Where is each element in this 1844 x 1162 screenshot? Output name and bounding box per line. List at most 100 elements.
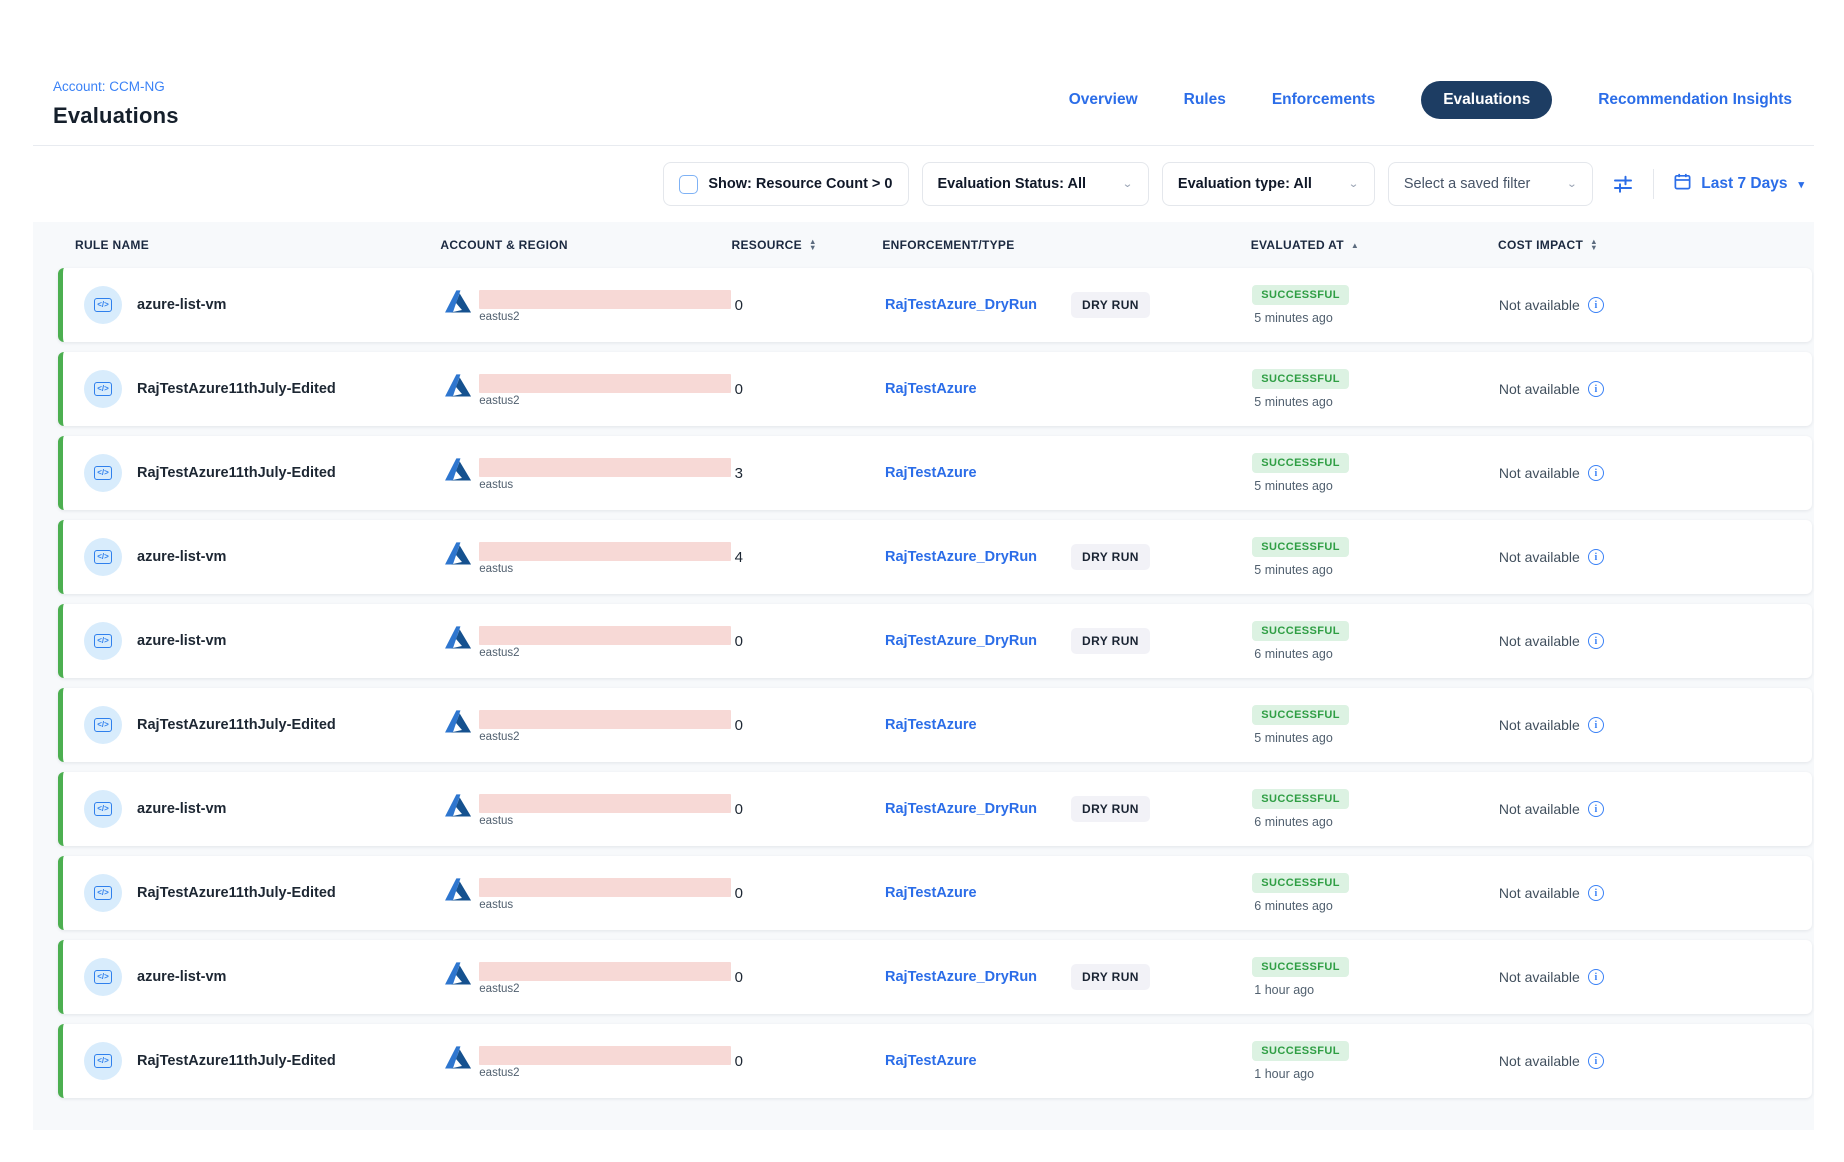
info-icon[interactable]: i — [1588, 885, 1604, 901]
filter-settings-icon[interactable] — [1606, 167, 1640, 201]
enforcement-link[interactable]: RajTestAzure_DryRun — [885, 969, 1037, 985]
region-label: eastus2 — [479, 731, 731, 743]
account-region-cell: eastus2 — [444, 708, 734, 743]
sort-cost-impact-icon[interactable]: ▲▼ — [1590, 239, 1598, 251]
table-row[interactable]: </> RajTestAzure11thJuly-Edited eastus 3… — [58, 436, 1812, 510]
account-breadcrumb[interactable]: Account: CCM-NG — [53, 79, 165, 94]
tab-recommendation-insights[interactable]: Recommendation Insights — [1598, 91, 1792, 109]
account-region-cell: eastus2 — [444, 372, 734, 407]
enforcement-link[interactable]: RajTestAzure_DryRun — [885, 633, 1037, 649]
azure-logo-icon — [444, 288, 472, 316]
azure-logo-icon — [444, 456, 472, 484]
evaluated-time: 6 minutes ago — [1252, 899, 1333, 913]
rule-script-icon: </> — [84, 706, 122, 744]
sort-evaluated-at-asc-icon[interactable]: ▲ — [1351, 241, 1359, 250]
info-icon[interactable]: i — [1588, 465, 1604, 481]
evaluation-status-select[interactable]: Evaluation Status: All ⌄ — [922, 162, 1149, 206]
chevron-down-icon: ⌄ — [1348, 178, 1359, 191]
rule-script-icon: </> — [84, 790, 122, 828]
table-row[interactable]: </> azure-list-vm eastus2 0 RajTestAzure… — [58, 268, 1812, 342]
cost-impact-cell: Not available i — [1499, 969, 1812, 985]
cost-impact-value: Not available — [1499, 969, 1580, 985]
rule-name: azure-list-vm — [137, 297, 226, 313]
region-label: eastus — [479, 899, 731, 911]
account-region-cell: eastus2 — [444, 624, 734, 659]
table-row[interactable]: </> azure-list-vm eastus 4 RajTestAzure_… — [58, 520, 1812, 594]
info-icon[interactable]: i — [1588, 717, 1604, 733]
azure-logo-icon — [444, 540, 472, 568]
sort-resource-icon[interactable]: ▲▼ — [809, 239, 817, 251]
evaluation-type-select[interactable]: Evaluation type: All ⌄ — [1162, 162, 1375, 206]
azure-logo-icon — [444, 792, 472, 820]
info-icon[interactable]: i — [1588, 381, 1604, 397]
region-label: eastus — [479, 815, 731, 827]
saved-filter-select[interactable]: Select a saved filter ⌄ — [1388, 162, 1593, 206]
enforcement-cell: RajTestAzure DRY RUN — [885, 717, 1252, 733]
resource-count-checkbox[interactable] — [679, 175, 698, 194]
info-icon[interactable]: i — [1588, 1053, 1604, 1069]
dry-run-badge: DRY RUN — [1071, 964, 1150, 990]
resource-count: 0 — [735, 297, 885, 314]
rule-script-icon: </> — [84, 538, 122, 576]
info-icon[interactable]: i — [1588, 633, 1604, 649]
rule-cell: </> azure-list-vm — [63, 958, 444, 996]
redacted-account-bar — [479, 626, 731, 645]
cost-impact-value: Not available — [1499, 717, 1580, 733]
dry-run-badge: DRY RUN — [1071, 796, 1150, 822]
account-region-cell: eastus — [444, 792, 734, 827]
evaluation-status-value: Evaluation Status: All — [938, 176, 1087, 192]
rule-cell: </> RajTestAzure11thJuly-Edited — [63, 454, 444, 492]
rule-name: RajTestAzure11thJuly-Edited — [137, 381, 336, 397]
info-icon[interactable]: i — [1588, 969, 1604, 985]
enforcement-link[interactable]: RajTestAzure — [885, 381, 977, 397]
enforcement-link[interactable]: RajTestAzure — [885, 885, 977, 901]
enforcement-link[interactable]: RajTestAzure_DryRun — [885, 801, 1037, 817]
cost-impact-cell: Not available i — [1499, 885, 1812, 901]
table-row[interactable]: </> azure-list-vm eastus2 0 RajTestAzure… — [58, 940, 1812, 1014]
tab-rules[interactable]: Rules — [1184, 91, 1226, 109]
resource-count: 0 — [735, 717, 885, 734]
rule-script-icon: </> — [84, 622, 122, 660]
cost-impact-value: Not available — [1499, 297, 1580, 313]
evaluated-time: 6 minutes ago — [1252, 815, 1333, 829]
redacted-account-bar — [479, 962, 731, 981]
rule-cell: </> azure-list-vm — [63, 286, 444, 324]
col-rule-name: RULE NAME — [58, 238, 440, 252]
resource-count: 3 — [735, 465, 885, 482]
date-range-value: Last 7 Days — [1701, 175, 1787, 193]
enforcement-link[interactable]: RajTestAzure_DryRun — [885, 297, 1037, 313]
caret-down-icon: ▾ — [1798, 178, 1804, 191]
azure-logo-icon — [444, 1044, 472, 1072]
info-icon[interactable]: i — [1588, 549, 1604, 565]
azure-logo-icon — [444, 876, 472, 904]
account-region-cell: eastus2 — [444, 960, 734, 995]
date-range-picker[interactable]: Last 7 Days ▾ — [1667, 172, 1810, 196]
table-row[interactable]: </> RajTestAzure11thJuly-Edited eastus2 … — [58, 1024, 1812, 1098]
resource-count: 4 — [735, 549, 885, 566]
table-row[interactable]: </> azure-list-vm eastus2 0 RajTestAzure… — [58, 604, 1812, 678]
status-badge: SUCCESSFUL — [1252, 789, 1349, 809]
tab-enforcements[interactable]: Enforcements — [1272, 91, 1375, 109]
enforcement-link[interactable]: RajTestAzure — [885, 465, 977, 481]
azure-logo-icon — [444, 708, 472, 736]
enforcement-link[interactable]: RajTestAzure — [885, 1053, 977, 1069]
table-row[interactable]: </> azure-list-vm eastus 0 RajTestAzure_… — [58, 772, 1812, 846]
info-icon[interactable]: i — [1588, 801, 1604, 817]
table-body: </> azure-list-vm eastus2 0 RajTestAzure… — [58, 268, 1812, 1098]
tab-evaluations[interactable]: Evaluations — [1421, 81, 1552, 119]
resource-count-filter[interactable]: Show: Resource Count > 0 — [663, 162, 908, 206]
enforcement-link[interactable]: RajTestAzure_DryRun — [885, 549, 1037, 565]
rule-name: azure-list-vm — [137, 969, 226, 985]
cost-impact-cell: Not available i — [1499, 633, 1812, 649]
enforcement-link[interactable]: RajTestAzure — [885, 717, 977, 733]
table-row[interactable]: </> RajTestAzure11thJuly-Edited eastus2 … — [58, 352, 1812, 426]
redacted-account-bar — [479, 794, 731, 813]
table-row[interactable]: </> RajTestAzure11thJuly-Edited eastus 0… — [58, 856, 1812, 930]
cost-impact-cell: Not available i — [1499, 381, 1812, 397]
region-label: eastus2 — [479, 311, 731, 323]
info-icon[interactable]: i — [1588, 297, 1604, 313]
rule-script-icon: </> — [84, 286, 122, 324]
tab-overview[interactable]: Overview — [1069, 91, 1138, 109]
table-row[interactable]: </> RajTestAzure11thJuly-Edited eastus2 … — [58, 688, 1812, 762]
cost-impact-value: Not available — [1499, 633, 1580, 649]
